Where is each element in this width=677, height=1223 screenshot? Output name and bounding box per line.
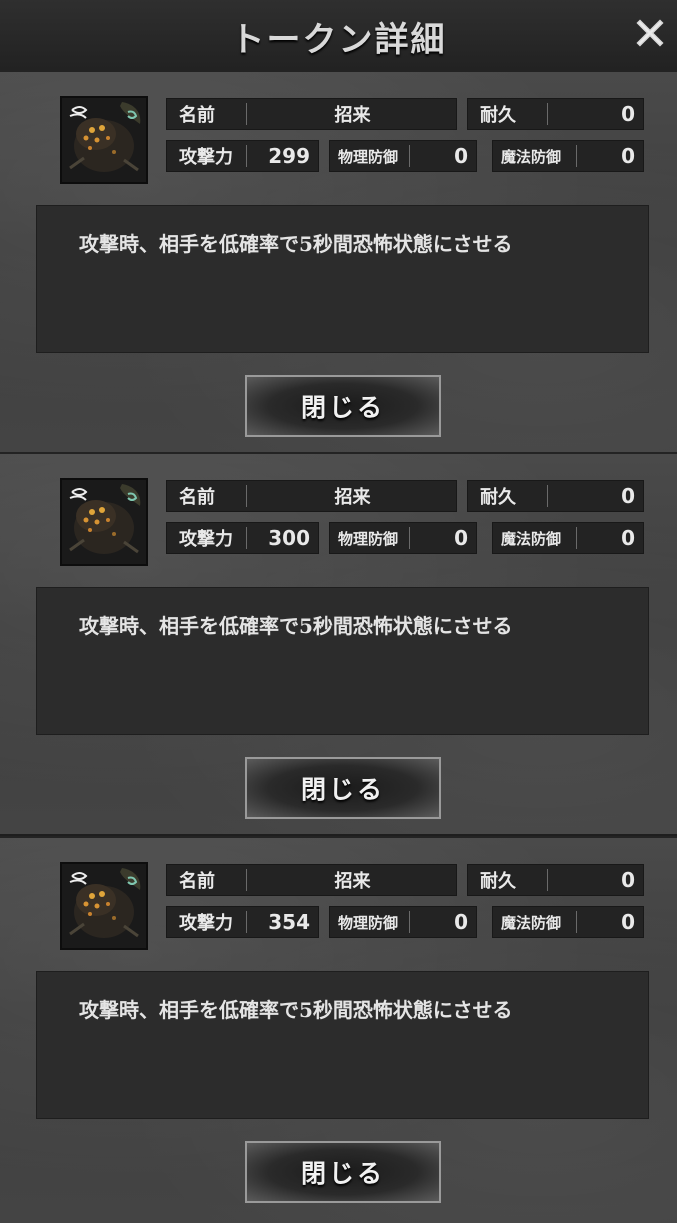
durability-value: 0 — [621, 868, 635, 892]
attack-row: 攻撃力 299 — [166, 140, 319, 172]
attack-label: 攻撃力 — [179, 529, 233, 550]
phys-def-value: 0 — [454, 144, 468, 168]
durability-label: 耐久 — [480, 105, 516, 126]
dialog-header: トークン詳細 — [0, 0, 677, 71]
durability-label: 耐久 — [480, 487, 516, 508]
name-row: 名前 招来 — [166, 98, 457, 130]
durability-row: 耐久 0 — [467, 480, 644, 512]
phys-def-row: 物理防御 0 — [329, 522, 477, 554]
name-row: 名前 招来 — [166, 480, 457, 512]
attack-value: 354 — [268, 910, 310, 934]
phys-def-label: 物理防御 — [338, 529, 399, 548]
spider-token-portrait-icon — [60, 478, 148, 566]
durability-row: 耐久 0 — [467, 98, 644, 130]
close-icon[interactable] — [635, 18, 665, 48]
name-label: 名前 — [179, 871, 215, 892]
phys-def-value: 0 — [454, 526, 468, 550]
close-button[interactable]: 閉じる — [245, 757, 441, 819]
phys-def-row: 物理防御 0 — [329, 906, 477, 938]
attack-label: 攻撃力 — [179, 913, 233, 934]
close-button[interactable]: 閉じる — [245, 375, 441, 437]
spider-token-portrait-icon — [60, 96, 148, 184]
name-value: 招来 — [334, 487, 371, 508]
phys-def-value: 0 — [454, 910, 468, 934]
name-label: 名前 — [179, 487, 215, 508]
stats-table: 名前 招来 耐久 0 攻撃力 299 物理防御 0 魔法防御 0 — [166, 98, 644, 176]
name-label: 名前 — [179, 105, 215, 126]
durability-value: 0 — [621, 102, 635, 126]
attack-value: 299 — [268, 144, 310, 168]
token-panel: 名前 招来 耐久 0 攻撃力 299 物理防御 0 魔法防御 0 攻撃時、相手を… — [0, 70, 677, 452]
spider-token-portrait-icon — [60, 862, 148, 950]
token-panel: 名前 招来 耐久 0 攻撃力 354 物理防御 0 魔法防御 0 攻撃時、相手を… — [0, 836, 677, 1223]
phys-def-label: 物理防御 — [338, 147, 399, 166]
attack-value: 300 — [268, 526, 310, 550]
mag-def-row: 魔法防御 0 — [492, 140, 644, 172]
name-value: 招来 — [334, 105, 371, 126]
token-description: 攻撃時、相手を低確率で5秒間恐怖状態にさせる — [36, 971, 649, 1119]
token-description: 攻撃時、相手を低確率で5秒間恐怖状態にさせる — [36, 205, 649, 353]
mag-def-value: 0 — [621, 144, 635, 168]
name-value: 招来 — [334, 871, 371, 892]
close-button[interactable]: 閉じる — [245, 1141, 441, 1203]
durability-label: 耐久 — [480, 871, 516, 892]
mag-def-row: 魔法防御 0 — [492, 522, 644, 554]
stats-table: 名前 招来 耐久 0 攻撃力 354 物理防御 0 魔法防御 0 — [166, 864, 644, 942]
mag-def-label: 魔法防御 — [501, 147, 562, 166]
durability-value: 0 — [621, 484, 635, 508]
token-panel: 名前 招来 耐久 0 攻撃力 300 物理防御 0 魔法防御 0 攻撃時、相手を… — [0, 452, 677, 834]
attack-label: 攻撃力 — [179, 147, 233, 168]
dialog-title: トークン詳細 — [230, 20, 447, 60]
attack-row: 攻撃力 300 — [166, 522, 319, 554]
durability-row: 耐久 0 — [467, 864, 644, 896]
mag-def-row: 魔法防御 0 — [492, 906, 644, 938]
mag-def-value: 0 — [621, 910, 635, 934]
mag-def-label: 魔法防御 — [501, 529, 562, 548]
attack-row: 攻撃力 354 — [166, 906, 319, 938]
phys-def-label: 物理防御 — [338, 913, 399, 932]
mag-def-label: 魔法防御 — [501, 913, 562, 932]
name-row: 名前 招来 — [166, 864, 457, 896]
stats-table: 名前 招来 耐久 0 攻撃力 300 物理防御 0 魔法防御 0 — [166, 480, 644, 558]
mag-def-value: 0 — [621, 526, 635, 550]
phys-def-row: 物理防御 0 — [329, 140, 477, 172]
token-description: 攻撃時、相手を低確率で5秒間恐怖状態にさせる — [36, 587, 649, 735]
